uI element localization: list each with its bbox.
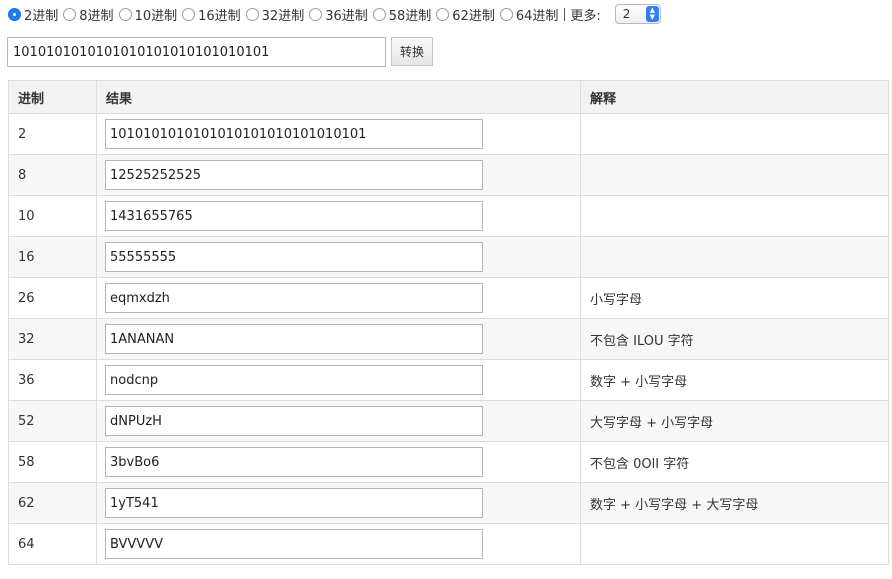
table-row: 32 不包含 ILOU 字符 — [9, 319, 889, 360]
radio-option-8[interactable]: 8进制 — [63, 5, 113, 24]
cell-base: 52 — [9, 401, 97, 442]
cell-explain: 小写字母 — [581, 278, 889, 319]
radio-button-icon[interactable] — [246, 8, 259, 21]
select-value: 2 — [623, 7, 631, 21]
cell-base: 32 — [9, 319, 97, 360]
radio-label: 58进制 — [389, 5, 432, 24]
cell-explain — [581, 155, 889, 196]
radio-option-16[interactable]: 16进制 — [182, 5, 241, 24]
table-row: 58 不包含 0OlI 字符 — [9, 442, 889, 483]
radio-label: 36进制 — [325, 5, 368, 24]
result-table: 进制 结果 解释 28101626 小写字母 32 不包含 ILOU 字符 36 数字 +… — [8, 80, 889, 565]
radio-option-2[interactable]: 2进制 — [8, 5, 58, 24]
cell-result — [97, 442, 581, 483]
radio-option-10[interactable]: 10进制 — [119, 5, 178, 24]
radio-option-58[interactable]: 58进制 — [373, 5, 432, 24]
table-row: 52 大写字母 + 小写字母 — [9, 401, 889, 442]
convert-button[interactable]: 转换 — [391, 37, 433, 66]
cell-base: 16 — [9, 237, 97, 278]
cell-result — [97, 360, 581, 401]
result-field[interactable] — [105, 447, 483, 477]
radio-button-icon[interactable] — [309, 8, 322, 21]
cell-explain — [581, 524, 889, 565]
table-row: 2 — [9, 114, 889, 155]
radio-option-36[interactable]: 36进制 — [309, 5, 368, 24]
table-row: 26 小写字母 — [9, 278, 889, 319]
separator — [564, 8, 565, 21]
radio-button-icon[interactable] — [373, 8, 386, 21]
table-body: 28101626 小写字母 32 不包含 ILOU 字符 36 数字 + 小写字母 52 大写… — [9, 114, 889, 565]
cell-explain: 不包含 0OlI 字符 — [581, 442, 889, 483]
cell-base: 64 — [9, 524, 97, 565]
result-field[interactable] — [105, 406, 483, 436]
number-input[interactable] — [7, 37, 386, 67]
radio-option-32[interactable]: 32进制 — [246, 5, 305, 24]
result-field[interactable] — [105, 201, 483, 231]
radio-label: 8进制 — [79, 5, 113, 24]
cell-base: 8 — [9, 155, 97, 196]
radio-button-icon[interactable] — [436, 8, 449, 21]
result-field[interactable] — [105, 283, 483, 313]
radio-label: 2进制 — [24, 5, 58, 24]
radio-button-icon[interactable] — [8, 8, 21, 21]
cell-result — [97, 524, 581, 565]
result-field[interactable] — [105, 324, 483, 354]
table-row: 10 — [9, 196, 889, 237]
more-label: 更多: — [570, 5, 600, 24]
result-field[interactable] — [105, 119, 483, 149]
updown-arrow-icon[interactable]: ▲▼ — [646, 6, 659, 22]
radio-button-icon[interactable] — [63, 8, 76, 21]
cell-explain — [581, 114, 889, 155]
cell-result — [97, 196, 581, 237]
cell-explain — [581, 196, 889, 237]
cell-base: 26 — [9, 278, 97, 319]
table-header-row: 进制 结果 解释 — [9, 81, 889, 114]
table-row: 16 — [9, 237, 889, 278]
radio-button-icon[interactable] — [182, 8, 195, 21]
cell-base: 58 — [9, 442, 97, 483]
result-field[interactable] — [105, 242, 483, 272]
result-field[interactable] — [105, 160, 483, 190]
radio-label: 16进制 — [198, 5, 241, 24]
cell-explain: 不包含 ILOU 字符 — [581, 319, 889, 360]
cell-result — [97, 278, 581, 319]
radio-button-icon[interactable] — [119, 8, 132, 21]
cell-result — [97, 237, 581, 278]
cell-base: 2 — [9, 114, 97, 155]
cell-result — [97, 319, 581, 360]
cell-base: 10 — [9, 196, 97, 237]
radio-label: 32进制 — [262, 5, 305, 24]
cell-result — [97, 483, 581, 524]
table-row: 62 数字 + 小写字母 + 大写字母 — [9, 483, 889, 524]
radio-label: 10进制 — [135, 5, 178, 24]
cell-result — [97, 114, 581, 155]
radio-label: 62进制 — [452, 5, 495, 24]
radio-option-62[interactable]: 62进制 — [436, 5, 495, 24]
table-row: 8 — [9, 155, 889, 196]
result-field[interactable] — [105, 365, 483, 395]
cell-result — [97, 401, 581, 442]
cell-explain: 大写字母 + 小写字母 — [581, 401, 889, 442]
cell-explain: 数字 + 小写字母 + 大写字母 — [581, 483, 889, 524]
header-base: 进制 — [9, 81, 97, 114]
more-radix-select[interactable]: 2 ▲▼ — [615, 4, 661, 24]
radio-option-64[interactable]: 64进制 — [500, 5, 559, 24]
result-field[interactable] — [105, 529, 483, 559]
cell-base: 36 — [9, 360, 97, 401]
table-row: 36 数字 + 小写字母 — [9, 360, 889, 401]
cell-explain: 数字 + 小写字母 — [581, 360, 889, 401]
header-explain: 解释 — [581, 81, 889, 114]
radio-button-icon[interactable] — [500, 8, 513, 21]
header-result: 结果 — [97, 81, 581, 114]
result-field[interactable] — [105, 488, 483, 518]
radix-radio-group: 2进制 8进制 10进制 16进制 32进制 36进制 58进制 62进制 64… — [8, 4, 661, 24]
radio-label: 64进制 — [516, 5, 559, 24]
cell-base: 62 — [9, 483, 97, 524]
cell-explain — [581, 237, 889, 278]
table-row: 64 — [9, 524, 889, 565]
cell-result — [97, 155, 581, 196]
